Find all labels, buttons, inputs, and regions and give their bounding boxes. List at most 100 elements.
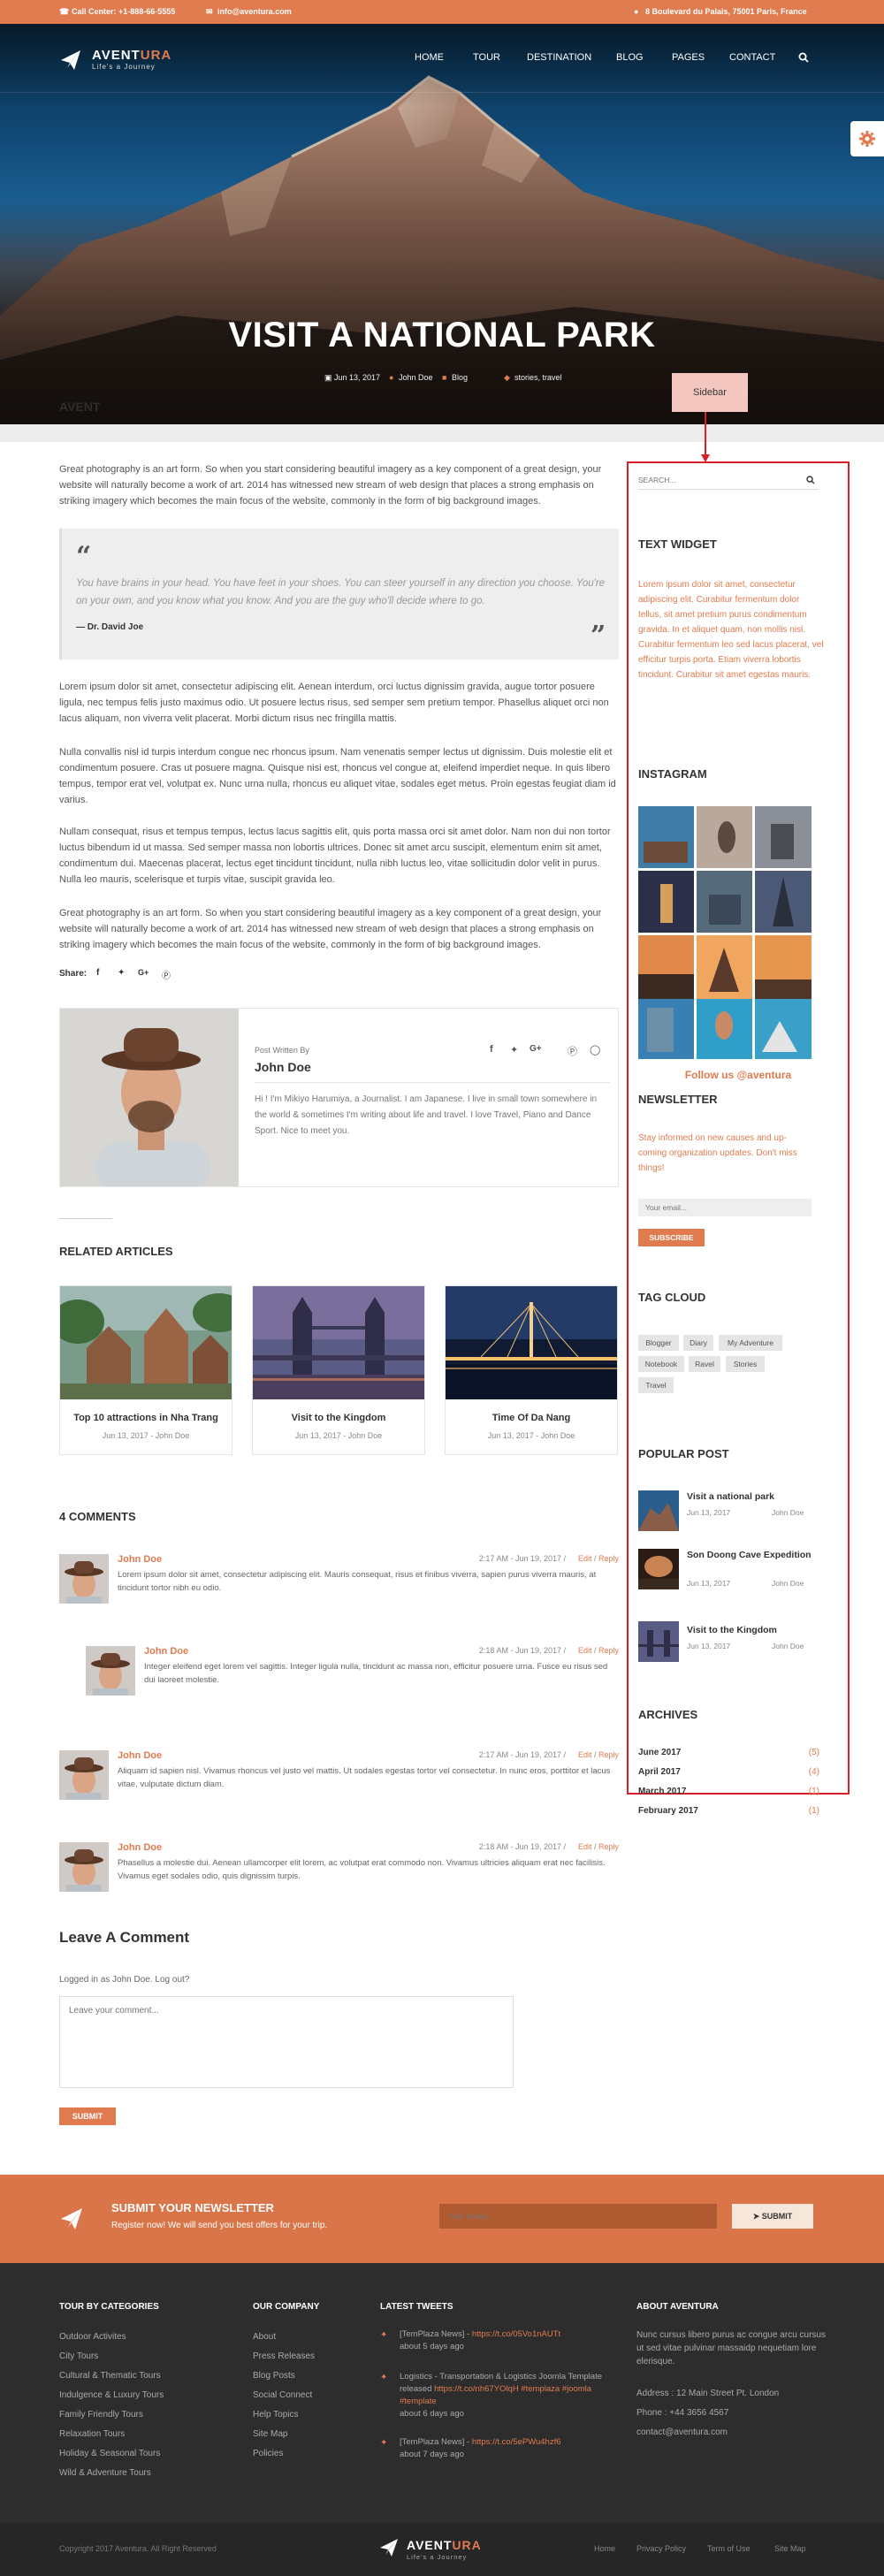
paper-plane-icon[interactable]	[378, 2537, 400, 2558]
comment-edit[interactable]: Edit	[578, 1842, 592, 1851]
popular-post-link[interactable]: Son Doong Cave Expedition	[687, 1549, 819, 1561]
author-twitter-icon[interactable]: ✦	[510, 1044, 518, 1056]
call-center-text[interactable]: Call Center: +1-888-66-5555	[72, 7, 175, 16]
twitter-icon[interactable]: ✦	[118, 968, 125, 978]
related-title[interactable]: Visit to the Kingdom	[253, 1413, 424, 1423]
comment-reply[interactable]: Reply	[598, 1842, 619, 1851]
settings-tab[interactable]	[850, 121, 884, 156]
nav-blog[interactable]: BLOG	[616, 52, 644, 63]
archive-item[interactable]: June 2017 (5)	[638, 1748, 819, 1757]
comment-edit[interactable]: Edit	[578, 1750, 592, 1759]
bottom-link-privacy[interactable]: Privacy Policy	[636, 2544, 686, 2553]
comment-edit[interactable]: Edit	[578, 1554, 592, 1563]
newsletter-bar-email[interactable]	[439, 2204, 717, 2229]
sidebar-search[interactable]	[638, 472, 819, 490]
related-image-da-nang[interactable]	[446, 1286, 617, 1399]
footer-link[interactable]: Cultural & Thematic Tours	[59, 2371, 161, 2381]
footer-logo[interactable]: AVENTURA	[407, 2538, 482, 2552]
related-card[interactable]: Time Of Da Nang Jun 13, 2017 - John Doe	[445, 1285, 618, 1455]
comment-author[interactable]: John Doe	[118, 1750, 162, 1761]
nav-destination[interactable]: DESTINATION	[527, 52, 591, 63]
related-card[interactable]: Visit to the Kingdom Jun 13, 2017 - John…	[252, 1285, 425, 1455]
instagram-grid-row[interactable]	[638, 999, 812, 1061]
logo[interactable]: AVENTURA	[92, 48, 171, 63]
tag-chip[interactable]: Blogger	[638, 1335, 679, 1351]
footer-link[interactable]: City Tours	[59, 2351, 98, 2361]
comment-reply[interactable]: Reply	[598, 1554, 619, 1563]
footer-link[interactable]: Family Friendly Tours	[59, 2410, 143, 2420]
comment-author[interactable]: John Doe	[118, 1554, 162, 1565]
author-facebook-icon[interactable]: f	[490, 1044, 493, 1055]
pinterest-icon[interactable]: Ⓟ	[162, 968, 171, 981]
logged-in-text[interactable]: Logged in as John Doe. Log out?	[59, 1975, 189, 1985]
footer-link[interactable]: Press Releases	[253, 2351, 315, 2361]
paper-plane-icon[interactable]	[59, 49, 82, 72]
footer-link[interactable]: Help Topics	[253, 2410, 299, 2420]
comment-actions[interactable]: Edit / Reply	[578, 1554, 619, 1563]
post-author[interactable]: John Doe	[399, 373, 433, 382]
popular-post-link[interactable]: Visit to the Kingdom	[687, 1624, 819, 1636]
comment-edit[interactable]: Edit	[578, 1646, 592, 1655]
archive-item[interactable]: March 2017 (1)	[638, 1787, 819, 1796]
author-pinterest-icon[interactable]: Ⓟ	[568, 1044, 577, 1058]
footer-email[interactable]: contact@aventura.com	[636, 2427, 728, 2437]
bottom-link-sitemap[interactable]: Site Map	[774, 2544, 806, 2553]
google-plus-icon[interactable]: G+	[138, 968, 149, 977]
gear-icon[interactable]	[858, 130, 876, 148]
footer-link[interactable]: Wild & Adventure Tours	[59, 2468, 151, 2478]
subscribe-button[interactable]: SUBSCRIBE	[638, 1229, 705, 1246]
tag-chip[interactable]: My Adventure	[719, 1335, 782, 1351]
search-icon[interactable]	[798, 52, 809, 63]
archive-item[interactable]: April 2017 (4)	[638, 1767, 819, 1777]
comment-textarea[interactable]	[59, 1996, 514, 2088]
instagram-grid[interactable]	[638, 806, 812, 999]
top-email[interactable]: info@aventura.com	[217, 7, 292, 16]
popular-post-image[interactable]	[638, 1490, 679, 1531]
footer-link[interactable]: About	[253, 2332, 276, 2342]
submit-comment-button[interactable]: SUBMIT	[59, 2107, 116, 2125]
tweet-link[interactable]: https://t.co/5ePWu4hzf6	[472, 2437, 561, 2447]
tag-chip[interactable]: Ravel	[689, 1356, 720, 1372]
newsletter-bar-submit[interactable]: ➤ SUBMIT	[732, 2204, 813, 2229]
sidebar-email-input[interactable]	[638, 1199, 812, 1216]
comment-author[interactable]: John Doe	[118, 1842, 162, 1853]
footer-link[interactable]: Indulgence & Luxury Tours	[59, 2390, 164, 2400]
tag-chip[interactable]: Diary	[683, 1335, 713, 1351]
post-tags[interactable]: stories, travel	[514, 373, 562, 382]
related-title[interactable]: Top 10 attractions in Nha Trang	[60, 1413, 232, 1423]
footer-link[interactable]: Social Connect	[253, 2390, 312, 2400]
comment-actions[interactable]: Edit / Reply	[578, 1842, 619, 1851]
bottom-link-home[interactable]: Home	[594, 2544, 615, 2553]
footer-link[interactable]: Site Map	[253, 2429, 287, 2439]
author-name[interactable]: John Doe	[255, 1060, 311, 1074]
nav-pages[interactable]: PAGES	[672, 52, 705, 63]
comment-reply[interactable]: Reply	[598, 1750, 619, 1759]
popular-post-link[interactable]: Visit a national park	[687, 1490, 819, 1503]
popular-post-image[interactable]	[638, 1621, 679, 1662]
related-image-nha-trang[interactable]	[60, 1286, 232, 1399]
author-instagram-icon[interactable]: ◯	[590, 1044, 600, 1056]
footer-link[interactable]: Outdoor Activites	[59, 2332, 126, 2342]
instagram-follow-link[interactable]: Follow us @aventura	[629, 1069, 848, 1081]
tag-chip[interactable]: Notebook	[638, 1356, 684, 1372]
related-image-kingdom[interactable]	[253, 1286, 424, 1399]
nav-contact[interactable]: CONTACT	[729, 52, 775, 63]
post-category[interactable]: Blog	[452, 373, 468, 382]
footer-link[interactable]: Holiday & Seasonal Tours	[59, 2449, 160, 2458]
bottom-link-terms[interactable]: Term of Use	[707, 2544, 751, 2553]
related-card[interactable]: Top 10 attractions in Nha Trang Jun 13, …	[59, 1285, 232, 1455]
footer-link[interactable]: Relaxation Tours	[59, 2429, 125, 2439]
archive-item[interactable]: February 2017 (1)	[638, 1806, 819, 1816]
tag-chip[interactable]: Stories	[726, 1356, 765, 1372]
popular-post-image[interactable]	[638, 1549, 679, 1589]
footer-link[interactable]: Policies	[253, 2449, 283, 2458]
comment-actions[interactable]: Edit / Reply	[578, 1646, 619, 1655]
nav-tour[interactable]: TOUR	[473, 52, 500, 63]
related-title[interactable]: Time Of Da Nang	[446, 1413, 617, 1423]
nav-home[interactable]: HOME	[415, 52, 444, 63]
comment-actions[interactable]: Edit / Reply	[578, 1750, 619, 1759]
tag-chip[interactable]: Travel	[638, 1377, 674, 1393]
facebook-icon[interactable]: f	[96, 968, 99, 978]
tweet-link[interactable]: https://t.co/05Vo1nAUTt	[472, 2329, 560, 2339]
footer-link[interactable]: Blog Posts	[253, 2371, 295, 2381]
